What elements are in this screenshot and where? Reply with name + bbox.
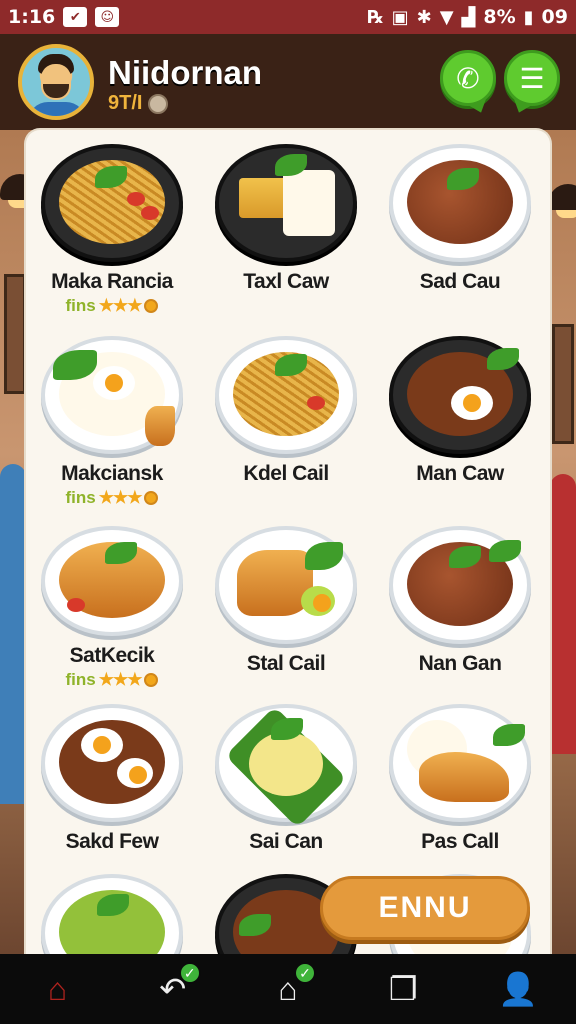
dish-card[interactable]: Maka Rancia fins ★★★: [26, 130, 198, 322]
battery-icon: ▮: [523, 6, 534, 28]
phone-button[interactable]: ✆: [440, 50, 496, 106]
dish-image: [215, 336, 357, 454]
dish-card[interactable]: Man Caw: [374, 322, 546, 512]
dish-image: [41, 874, 183, 956]
dish-menu-card: Maka Rancia fins ★★★ Taxl Caw Sad Cau Ma…: [26, 130, 550, 956]
coin-icon: [144, 299, 159, 313]
dish-grid: Maka Rancia fins ★★★ Taxl Caw Sad Cau Ma…: [26, 130, 550, 956]
status-clock: 09: [541, 6, 568, 28]
dish-name: SatKecik: [69, 644, 155, 667]
dish-card[interactable]: Pas Call: [374, 690, 546, 860]
wall-frame: [4, 274, 26, 394]
dish-card[interactable]: Taxl Caw: [200, 130, 372, 322]
rating-label: fins: [65, 670, 96, 689]
dish-image: [389, 336, 531, 454]
star-icons: ★★★: [98, 488, 143, 507]
dish-image: [41, 144, 183, 262]
checkbox-notification-icon: ✔: [63, 7, 88, 27]
signal-icon: ▟: [461, 6, 476, 28]
nav-recents-button[interactable]: ❐: [373, 964, 433, 1014]
dish-name: Taxl Caw: [243, 270, 329, 293]
check-badge-icon: ✓: [178, 962, 201, 984]
dish-card[interactable]: Makciansk fins ★★★: [26, 322, 198, 512]
vibrate-icon: ▣: [391, 6, 409, 28]
recent-apps-icon: ❐: [388, 971, 418, 1007]
coin-icon: [144, 491, 159, 505]
dish-image: [215, 526, 357, 644]
dish-name: Pas Call: [421, 830, 499, 853]
page-title: Niidornan: [108, 54, 262, 91]
check-badge-icon: ✓: [293, 962, 316, 984]
dish-name: Man Caw: [416, 462, 504, 485]
dish-card[interactable]: Nan Gan: [374, 512, 546, 690]
dish-image: [389, 526, 531, 644]
dish-card[interactable]: Kdel Cail: [200, 322, 372, 512]
dish-name: Kdel Cail: [243, 462, 329, 485]
dish-image: [215, 704, 357, 828]
menu-button[interactable]: ☰: [504, 50, 560, 106]
status-time: 1:16: [8, 6, 56, 28]
rating-label: fins: [65, 488, 96, 507]
battery-percent: 8%: [483, 6, 516, 28]
dish-name: Sai Can: [249, 830, 323, 853]
dish-image: [41, 704, 183, 822]
dish-card[interactable]: [26, 860, 198, 956]
coin-icon: [148, 93, 169, 114]
dish-card[interactable]: Sad Cau: [374, 130, 546, 322]
dish-rating: fins ★★★: [66, 488, 159, 508]
dish-card[interactable]: Sai Can: [200, 690, 372, 860]
avatar[interactable]: [18, 44, 94, 120]
dish-image: [41, 336, 183, 454]
dish-card[interactable]: Stal Cail: [200, 512, 372, 690]
dish-name: Sad Cau: [419, 270, 501, 293]
phone-icon: ✆: [456, 62, 480, 94]
diner-figure: [0, 464, 26, 804]
star-icons: ★★★: [98, 296, 143, 315]
wall-frame: [552, 324, 574, 444]
dish-image: [215, 144, 357, 262]
dish-card[interactable]: SatKecik fins ★★★: [26, 512, 198, 690]
player-level: 9T/I: [108, 92, 169, 115]
coin-icon: [144, 673, 159, 687]
bluetooth-icon: ✱: [416, 6, 432, 28]
home-icon: ⌂: [47, 970, 68, 1007]
nfc-icon: ℞: [367, 6, 384, 28]
dish-name: Maka Rancia: [51, 270, 173, 293]
hamburger-icon: ☰: [519, 62, 545, 94]
app-notification-icon: ☺: [95, 7, 120, 27]
dish-image: [389, 704, 531, 822]
dish-rating: fins ★★★: [66, 296, 159, 316]
nav-back-button[interactable]: ↶ ✓: [143, 962, 203, 1014]
dish-card[interactable]: Sakd Few: [26, 690, 198, 860]
nav-profile-button[interactable]: 👤: [488, 964, 548, 1014]
nav-house-button[interactable]: ⌂ ✓: [258, 962, 318, 1014]
profile-icon: 👤: [498, 971, 539, 1007]
level-text: 9T/I: [108, 92, 143, 114]
dish-name: Stal Cail: [246, 652, 326, 675]
wifi-icon: ▼: [439, 6, 454, 28]
dish-rating: fins ★★★: [66, 670, 159, 690]
dish-image: [41, 526, 183, 636]
star-icons: ★★★: [98, 670, 143, 689]
lamp-icon: [548, 184, 576, 218]
app-header: Niidornan 9T/I ✆ ☰: [0, 34, 576, 130]
dish-name: Makciansk: [61, 462, 163, 485]
nav-home-button[interactable]: ⌂: [28, 964, 88, 1014]
diner-figure: [550, 474, 576, 754]
dish-image: [389, 144, 531, 262]
bottom-nav-bar: ⌂ ↶ ✓ ⌂ ✓ ❐ 👤: [0, 954, 576, 1024]
rating-label: fins: [65, 296, 96, 315]
status-bar: 1:16 ✔ ☺ ℞ ▣ ✱ ▼ ▟ 8% ▮ 09: [0, 0, 576, 34]
menu-cta-button[interactable]: ENNU: [320, 876, 530, 940]
dish-name: Nan Gan: [418, 652, 502, 675]
dish-name: Sakd Few: [65, 830, 159, 853]
